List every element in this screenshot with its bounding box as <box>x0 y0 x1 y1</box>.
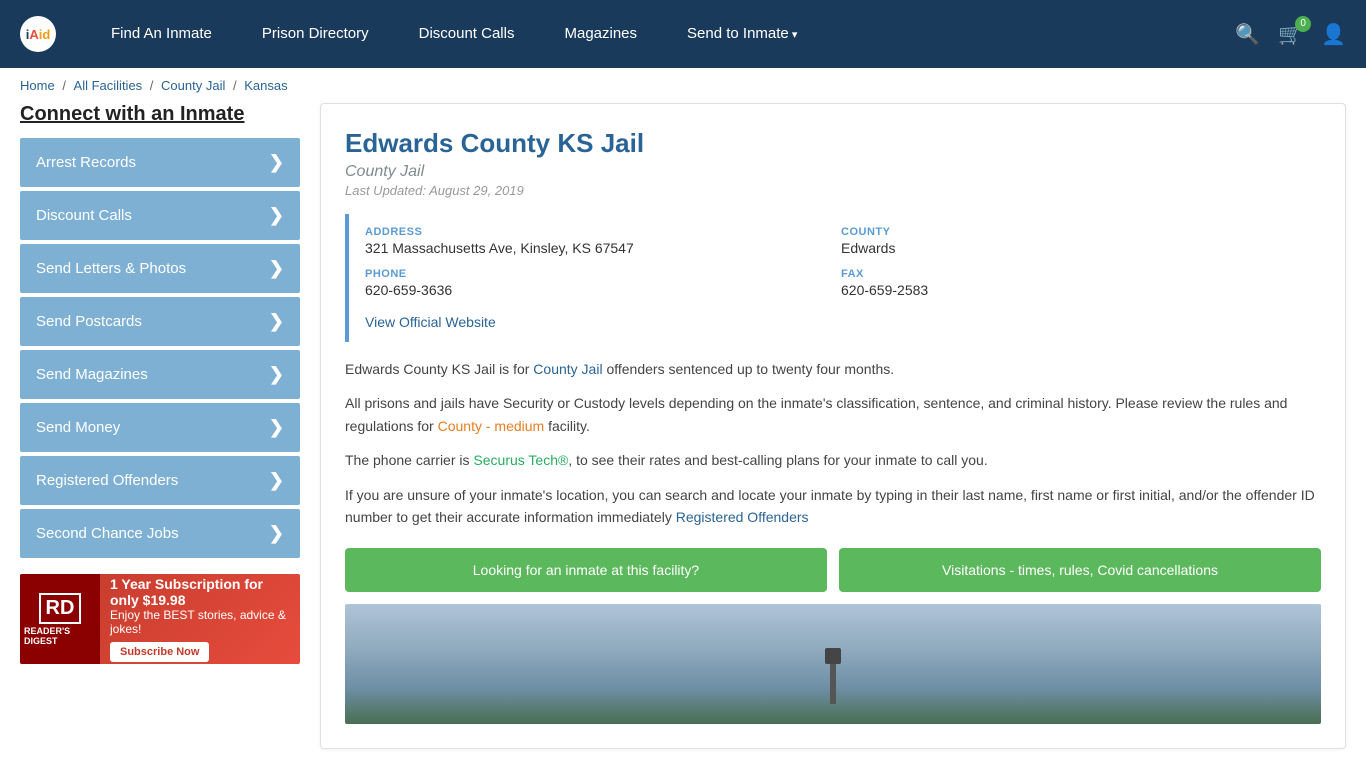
chevron-right-icon: ❯ <box>269 311 284 332</box>
sidebar-item-label: Send Money <box>36 419 120 436</box>
visitations-button[interactable]: Visitations - times, rules, Covid cancel… <box>839 548 1321 592</box>
phone-block: PHONE 620-659-3636 <box>365 268 829 298</box>
ad-brand-left: Rd READER'S DIGEST <box>20 574 100 664</box>
nav-find-inmate[interactable]: Find An Inmate <box>86 0 237 68</box>
sidebar-item-label: Send Postcards <box>36 313 142 330</box>
address-label: ADDRESS <box>365 226 829 238</box>
facility-info-grid: ADDRESS 321 Massachusetts Ave, Kinsley, … <box>345 214 1321 342</box>
chevron-right-icon: ❯ <box>269 364 284 385</box>
county-value: Edwards <box>841 240 1305 256</box>
securus-tech-link[interactable]: Securus Tech® <box>473 452 568 468</box>
sidebar-item-second-chance-jobs[interactable]: Second Chance Jobs ❯ <box>20 509 300 558</box>
nav-send-to-inmate[interactable]: Send to Inmate <box>662 0 822 69</box>
user-icon[interactable]: 👤 <box>1321 22 1346 47</box>
nav-magazines[interactable]: Magazines <box>539 0 662 68</box>
breadcrumb-county-jail[interactable]: County Jail <box>161 78 225 93</box>
registered-offenders-link[interactable]: Registered Offenders <box>676 509 809 525</box>
county-jail-link-1[interactable]: County Jail <box>533 361 602 377</box>
sidebar-item-send-postcards[interactable]: Send Postcards ❯ <box>20 297 300 346</box>
sidebar: Connect with an Inmate Arrest Records ❯ … <box>20 103 300 749</box>
breadcrumb-all-facilities[interactable]: All Facilities <box>74 78 143 93</box>
sidebar-item-send-letters[interactable]: Send Letters & Photos ❯ <box>20 244 300 293</box>
breadcrumb-sep-3: / <box>233 78 240 93</box>
breadcrumb: Home / All Facilities / County Jail / Ka… <box>0 68 1366 103</box>
county-medium-link[interactable]: County - medium <box>438 418 545 434</box>
breadcrumb-kansas[interactable]: Kansas <box>244 78 287 93</box>
sidebar-item-label: Arrest Records <box>36 154 136 171</box>
breadcrumb-home[interactable]: Home <box>20 78 55 93</box>
rd-logo: Rd <box>39 593 82 624</box>
sidebar-title: Connect with an Inmate <box>20 103 300 126</box>
search-icon[interactable]: 🔍 <box>1235 22 1260 47</box>
chevron-right-icon: ❯ <box>269 417 284 438</box>
address-block: ADDRESS 321 Massachusetts Ave, Kinsley, … <box>365 226 829 256</box>
facility-updated: Last Updated: August 29, 2019 <box>345 183 1321 198</box>
website-block: View Official Website <box>365 310 1305 330</box>
ad-offer: 1 Year Subscription for only $19.98 <box>110 576 290 608</box>
facility-type: County Jail <box>345 163 1321 181</box>
chevron-right-icon: ❯ <box>269 152 284 173</box>
description-area: Edwards County KS Jail is for County Jai… <box>345 358 1321 528</box>
county-label: COUNTY <box>841 226 1305 238</box>
sidebar-item-arrest-records[interactable]: Arrest Records ❯ <box>20 138 300 187</box>
desc-para-1: Edwards County KS Jail is for County Jai… <box>345 358 1321 380</box>
sidebar-item-registered-offenders[interactable]: Registered Offenders ❯ <box>20 456 300 505</box>
ad-tagline: Enjoy the BEST stories, advice & jokes! <box>110 608 290 636</box>
fax-value: 620-659-2583 <box>841 282 1305 298</box>
nav-discount-calls[interactable]: Discount Calls <box>394 0 540 68</box>
chevron-right-icon: ❯ <box>269 470 284 491</box>
view-website-link[interactable]: View Official Website <box>365 314 496 330</box>
ad-subscribe-button[interactable]: Subscribe Now <box>110 642 209 662</box>
breadcrumb-sep-2: / <box>150 78 157 93</box>
header-icons: 🔍 🛒 0 👤 <box>1235 22 1346 47</box>
logo-icon: iAid <box>20 16 56 52</box>
chevron-right-icon: ❯ <box>269 258 284 279</box>
chevron-right-icon: ❯ <box>269 523 284 544</box>
action-buttons: Looking for an inmate at this facility? … <box>345 548 1321 592</box>
facility-name: Edwards County KS Jail <box>345 128 1321 159</box>
sidebar-menu: Arrest Records ❯ Discount Calls ❯ Send L… <box>20 138 300 558</box>
content-area: Edwards County KS Jail County Jail Last … <box>320 103 1346 749</box>
find-inmate-button[interactable]: Looking for an inmate at this facility? <box>345 548 827 592</box>
facility-card: Edwards County KS Jail County Jail Last … <box>320 103 1346 749</box>
cart-badge: 0 <box>1295 16 1311 32</box>
sidebar-item-label: Send Letters & Photos <box>36 260 186 277</box>
sidebar-item-discount-calls[interactable]: Discount Calls ❯ <box>20 191 300 240</box>
desc-para-2: All prisons and jails have Security or C… <box>345 392 1321 437</box>
sidebar-item-label: Send Magazines <box>36 366 148 383</box>
phone-value: 620-659-3636 <box>365 282 829 298</box>
sidebar-item-send-magazines[interactable]: Send Magazines ❯ <box>20 350 300 399</box>
header: iAid Find An Inmate Prison Directory Dis… <box>0 0 1366 68</box>
desc-para-4: If you are unsure of your inmate's locat… <box>345 484 1321 529</box>
breadcrumb-sep-1: / <box>62 78 69 93</box>
ad-brand-name: READER'S DIGEST <box>24 626 96 646</box>
main-nav: Find An Inmate Prison Directory Discount… <box>86 0 1235 69</box>
cart-icon[interactable]: 🛒 0 <box>1278 22 1303 47</box>
sidebar-ad: Rd READER'S DIGEST 1 Year Subscription f… <box>20 574 300 664</box>
nav-prison-directory[interactable]: Prison Directory <box>237 0 394 68</box>
facility-image <box>345 604 1321 724</box>
phone-label: PHONE <box>365 268 829 280</box>
fax-block: FAX 620-659-2583 <box>841 268 1305 298</box>
desc-para-3: The phone carrier is Securus Tech®, to s… <box>345 449 1321 471</box>
sidebar-item-send-money[interactable]: Send Money ❯ <box>20 403 300 452</box>
sidebar-item-label: Discount Calls <box>36 207 132 224</box>
sidebar-item-label: Second Chance Jobs <box>36 525 179 542</box>
logo-area[interactable]: iAid <box>20 16 56 52</box>
chevron-right-icon: ❯ <box>269 205 284 226</box>
address-value: 321 Massachusetts Ave, Kinsley, KS 67547 <box>365 240 829 256</box>
sidebar-item-label: Registered Offenders <box>36 472 178 489</box>
fax-label: FAX <box>841 268 1305 280</box>
main-layout: Connect with an Inmate Arrest Records ❯ … <box>0 103 1366 749</box>
county-block: COUNTY Edwards <box>841 226 1305 256</box>
ad-content: 1 Year Subscription for only $19.98 Enjo… <box>100 574 300 664</box>
